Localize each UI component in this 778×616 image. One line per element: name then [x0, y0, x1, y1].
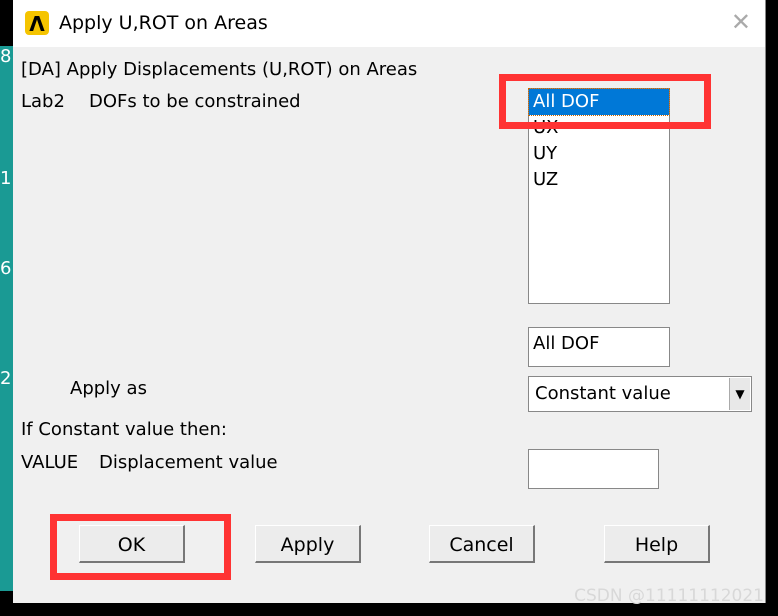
lab2-code: Lab2: [21, 91, 65, 112]
apply-button[interactable]: Apply: [255, 525, 361, 563]
chevron-down-icon[interactable]: ▼: [729, 378, 750, 410]
bg-label: 2: [0, 368, 12, 389]
highlight-box-ok: [50, 514, 231, 580]
apply-as-value: Constant value: [535, 383, 671, 404]
list-item[interactable]: UY: [529, 141, 669, 167]
apply-as-select[interactable]: Constant value ▼: [528, 376, 752, 412]
watermark: CSDN @11111112021: [574, 586, 764, 606]
cancel-button[interactable]: Cancel: [429, 525, 535, 563]
bg-label: 6: [0, 258, 12, 279]
lab2-label: DOFs to be constrained: [89, 91, 301, 112]
bg-label: 8: [0, 46, 12, 67]
window-title: Apply U,ROT on Areas: [59, 12, 268, 34]
dof-selection-field[interactable]: All DOF: [528, 327, 670, 367]
ansys-logo-icon: Λ: [25, 11, 49, 36]
bg-label: 1: [0, 168, 12, 189]
background-model-view: 8 1 6 2: [0, 46, 13, 591]
if-constant-label: If Constant value then:: [21, 419, 227, 440]
close-button[interactable]: ✕: [731, 8, 751, 36]
dialog-header: [DA] Apply Displacements (U,ROT) on Area…: [21, 59, 418, 80]
title-bar: Λ Apply U,ROT on Areas ✕: [13, 0, 765, 47]
value-label: Displacement value: [99, 452, 278, 473]
value-code: VALUE: [21, 452, 79, 473]
apply-as-label: Apply as: [70, 378, 147, 399]
highlight-box-dof: [499, 74, 711, 129]
help-button[interactable]: Help: [604, 525, 710, 563]
displacement-value-input[interactable]: [528, 449, 659, 489]
list-item[interactable]: UZ: [529, 167, 669, 193]
